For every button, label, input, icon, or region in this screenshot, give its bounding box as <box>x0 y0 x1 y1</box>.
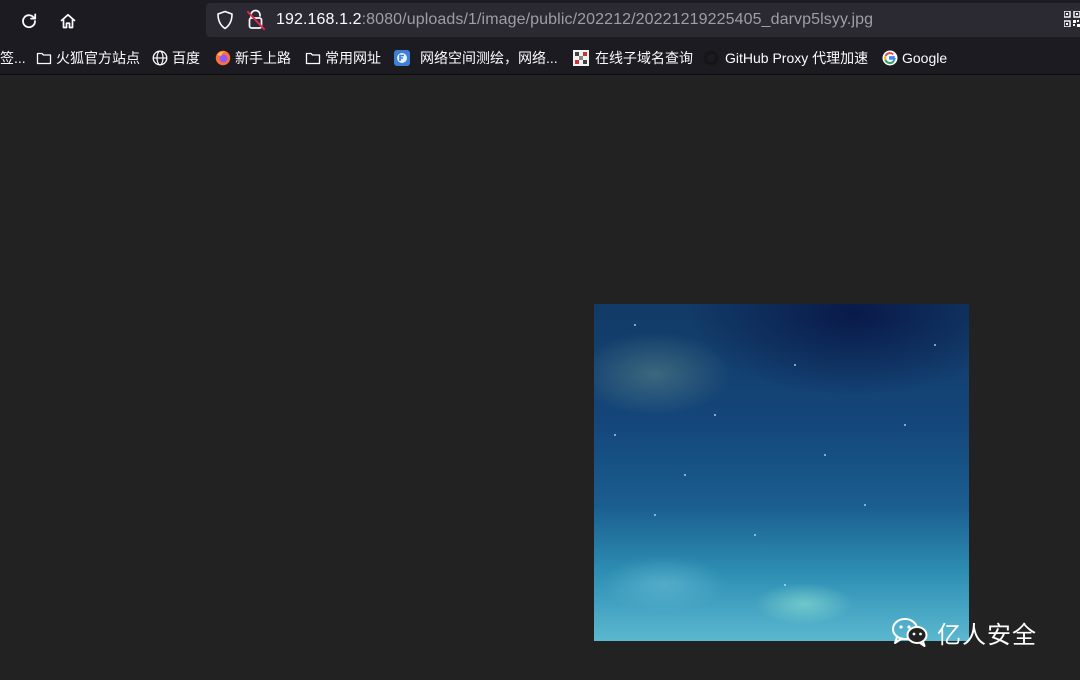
wechat-icon <box>892 618 928 647</box>
bookmark-label: 签... <box>0 50 26 66</box>
bookmark-github-proxy[interactable]: GitHub Proxy 代理加速 <box>703 42 868 74</box>
reload-icon <box>22 13 37 29</box>
image-speck <box>754 534 756 536</box>
bookmark-cyberspace-mapping[interactable]: 网络空间测绘，网络... <box>394 42 558 74</box>
folder-icon <box>36 50 52 66</box>
home-button[interactable] <box>53 6 83 36</box>
image-speck <box>654 514 656 516</box>
image-speck <box>684 474 686 476</box>
bookmark-firefox-official[interactable]: 火狐官方站点 <box>36 42 140 74</box>
bookmark-getting-started[interactable]: 新手上路 <box>215 42 291 74</box>
bookmark-label: 火狐官方站点 <box>56 50 140 66</box>
displayed-image[interactable] <box>594 304 969 641</box>
bookmark-label: 在线子域名查询 <box>595 50 693 66</box>
insecure-lock-icon[interactable] <box>246 9 266 31</box>
image-speck <box>714 414 716 416</box>
image-speck <box>824 454 826 456</box>
browser-window: 192.168.1.2:8080/uploads/1/image/public/… <box>0 0 1080 680</box>
image-speck <box>864 504 866 506</box>
url-host: 192.168.1.2 <box>276 11 362 28</box>
url-path: :8080/uploads/1/image/public/202212/2022… <box>361 11 874 28</box>
firefox-icon <box>215 50 231 66</box>
qr-code-icon[interactable] <box>1064 11 1080 27</box>
watermark: 亿人安全 <box>891 612 1037 652</box>
image-speck <box>794 364 796 366</box>
url-text[interactable]: 192.168.1.2:8080/uploads/1/image/public/… <box>276 11 873 29</box>
bookmark-label: Google <box>902 50 948 66</box>
bookmark-common-sites[interactable]: 常用网址 <box>305 42 381 74</box>
bookmark-label: GitHub Proxy 代理加速 <box>725 50 869 66</box>
address-bar[interactable]: 192.168.1.2:8080/uploads/1/image/public/… <box>206 3 1080 37</box>
google-icon <box>882 50 898 66</box>
image-speck <box>614 434 616 436</box>
bookmark-google[interactable]: Google <box>882 42 947 74</box>
subdomain-icon <box>573 50 589 66</box>
image-speck <box>784 584 786 586</box>
globe-icon <box>152 50 168 66</box>
bookmark-subdomain-lookup[interactable]: 在线子域名查询 <box>573 42 693 74</box>
home-icon <box>60 13 76 29</box>
reload-button[interactable] <box>14 6 44 36</box>
bookmark-label: 网络空间测绘，网络... <box>420 50 558 66</box>
github-icon <box>703 50 719 66</box>
image-speck <box>904 424 906 426</box>
page-content <box>0 75 1080 680</box>
tracking-protection-shield-icon[interactable] <box>216 10 234 30</box>
watermark-text: 亿人安全 <box>937 620 1037 649</box>
navigation-toolbar: 192.168.1.2:8080/uploads/1/image/public/… <box>0 0 1080 42</box>
bookmark-label: 新手上路 <box>235 50 291 66</box>
bookmark-baidu[interactable]: 百度 <box>152 42 200 74</box>
image-speck <box>934 344 936 346</box>
image-speck <box>634 324 636 326</box>
bookmarks-toolbar: 签... 火狐官方站点 百度 新手上路 常用网址 网络空间测绘，网络... 在线… <box>0 42 1080 75</box>
bookmark-truncated[interactable]: 签... <box>0 42 26 74</box>
bookmark-label: 常用网址 <box>325 50 381 66</box>
folder-icon <box>305 50 321 66</box>
fofa-icon <box>394 50 410 66</box>
bookmark-label: 百度 <box>172 50 200 66</box>
